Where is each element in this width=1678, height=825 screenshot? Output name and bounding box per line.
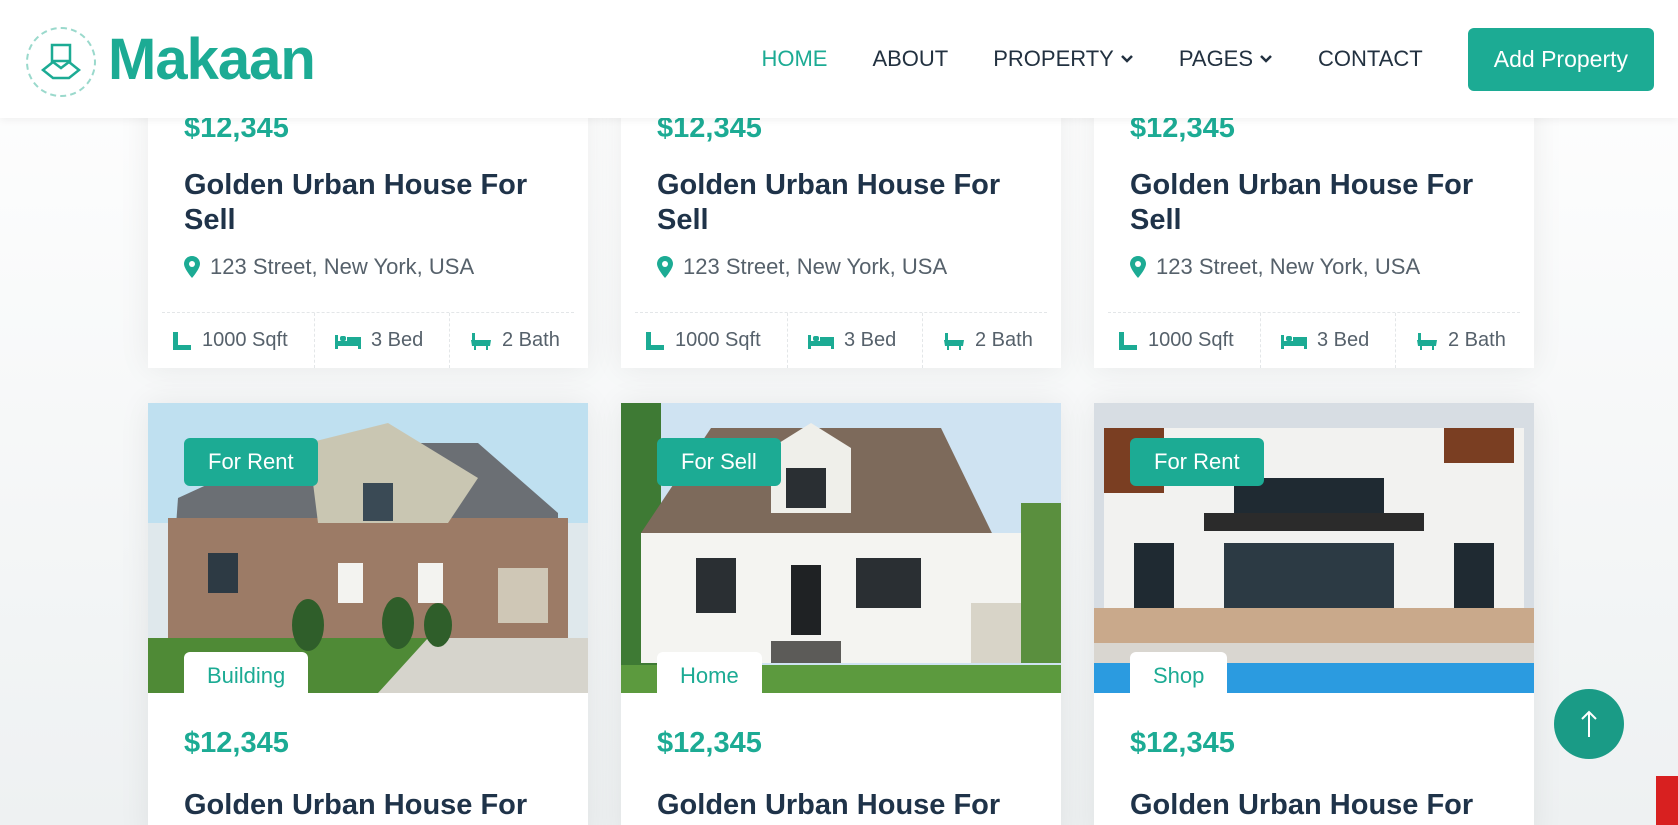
bath-icon [471,332,491,350]
handshake-logo-icon[interactable] [26,27,96,97]
property-price: $12,345 [657,727,762,759]
status-badge[interactable]: For Rent [184,438,318,486]
property-title[interactable]: Golden Urban House For [184,788,564,823]
back-to-top-button[interactable] [1554,689,1624,759]
property-price: $12,345 [1130,727,1235,759]
status-badge[interactable]: For Rent [1130,438,1264,486]
property-card[interactable]: For Rent Building $12,345 Golden Urban H… [148,403,588,825]
stat-area: 1000 Sqft [162,313,314,368]
navbar: Makaan HOME ABOUT PROPERTY PAGES CONTACT… [0,0,1678,118]
arrow-up-icon [1581,710,1597,737]
stat-area: 1000 Sqft [1108,313,1260,368]
main-nav: HOME ABOUT PROPERTY PAGES CONTACT Add Pr… [716,0,1678,118]
area-text: 1000 Sqft [1148,329,1234,351]
address-text: 123 Street, New York, USA [1156,254,1421,279]
address-text: 123 Street, New York, USA [683,254,948,279]
type-badge[interactable]: Shop [1130,652,1228,700]
stat-bath: 2 Bath [449,313,560,368]
property-stats: 1000 Sqft 3 Bed 2 Bath [635,312,1047,368]
stat-bath: 2 Bath [922,313,1033,368]
property-title[interactable]: Golden Urban House For Sell [657,168,1037,238]
bath-text: 2 Bath [1448,329,1506,351]
property-title[interactable]: Golden Urban House For [1130,788,1510,823]
stat-bed: 3 Bed [787,313,922,368]
bath-icon [1417,332,1437,350]
nav-home[interactable]: HOME [761,46,827,72]
property-price: $12,345 [184,727,289,759]
area-text: 1000 Sqft [675,329,761,351]
brand-name[interactable]: Makaan [108,26,316,93]
bed-text: 3 Bed [371,329,424,351]
add-property-button[interactable]: Add Property [1467,27,1654,91]
nav-pages-label: PAGES [1178,46,1254,71]
ruler-icon [1119,331,1137,350]
bath-text: 2 Bath [975,329,1033,351]
page: Makaan HOME ABOUT PROPERTY PAGES CONTACT… [0,0,1678,825]
bath-text: 2 Bath [502,329,560,351]
youtube-logo-icon [1656,776,1678,825]
stat-bath: 2 Bath [1395,313,1506,368]
property-card[interactable]: $12,345 Golden Urban House For Sell 123 … [621,88,1061,368]
ruler-icon [646,331,664,350]
property-title[interactable]: Golden Urban House For [657,788,1037,823]
property-card[interactable]: $12,345 Golden Urban House For Sell 123 … [148,88,588,368]
chevron-down-icon [1260,55,1272,63]
nav-contact[interactable]: CONTACT [1318,46,1423,72]
area-text: 1000 Sqft [202,329,288,351]
property-card[interactable]: $12,345 Golden Urban House For Sell 123 … [1094,88,1534,368]
stat-bed: 3 Bed [314,313,449,368]
bed-text: 3 Bed [1317,329,1370,351]
status-badge[interactable]: For Sell [657,438,781,486]
property-card[interactable]: For Sell Home $12,345 Golden Urban House… [621,403,1061,825]
stat-area: 1000 Sqft [635,313,787,368]
property-address: 123 Street, New York, USA [184,254,474,280]
property-address: 123 Street, New York, USA [1130,254,1420,280]
address-text: 123 Street, New York, USA [210,254,475,279]
bed-icon [335,334,361,349]
stat-bed: 3 Bed [1260,313,1395,368]
nav-property-label: PROPERTY [993,46,1114,71]
nav-about[interactable]: ABOUT [872,46,948,72]
property-address: 123 Street, New York, USA [657,254,947,280]
nav-property[interactable]: PROPERTY [993,46,1134,72]
type-badge[interactable]: Building [184,652,309,700]
property-title[interactable]: Golden Urban House For Sell [184,168,564,238]
map-marker-icon [184,256,200,278]
property-stats: 1000 Sqft 3 Bed 2 Bath [162,312,574,368]
bed-icon [808,334,834,349]
nav-pages[interactable]: PAGES [1179,46,1273,72]
map-marker-icon [1130,256,1146,278]
map-marker-icon [657,256,673,278]
bath-icon [944,332,964,350]
property-card[interactable]: For Rent Shop $12,345 Golden Urban House… [1094,403,1534,825]
ruler-icon [173,331,191,350]
bed-icon [1281,334,1307,349]
type-badge[interactable]: Home [657,652,762,700]
property-title[interactable]: Golden Urban House For Sell [1130,168,1510,238]
chevron-down-icon [1120,55,1133,63]
bed-text: 3 Bed [844,329,897,351]
property-stats: 1000 Sqft 3 Bed 2 Bath [1108,312,1520,368]
